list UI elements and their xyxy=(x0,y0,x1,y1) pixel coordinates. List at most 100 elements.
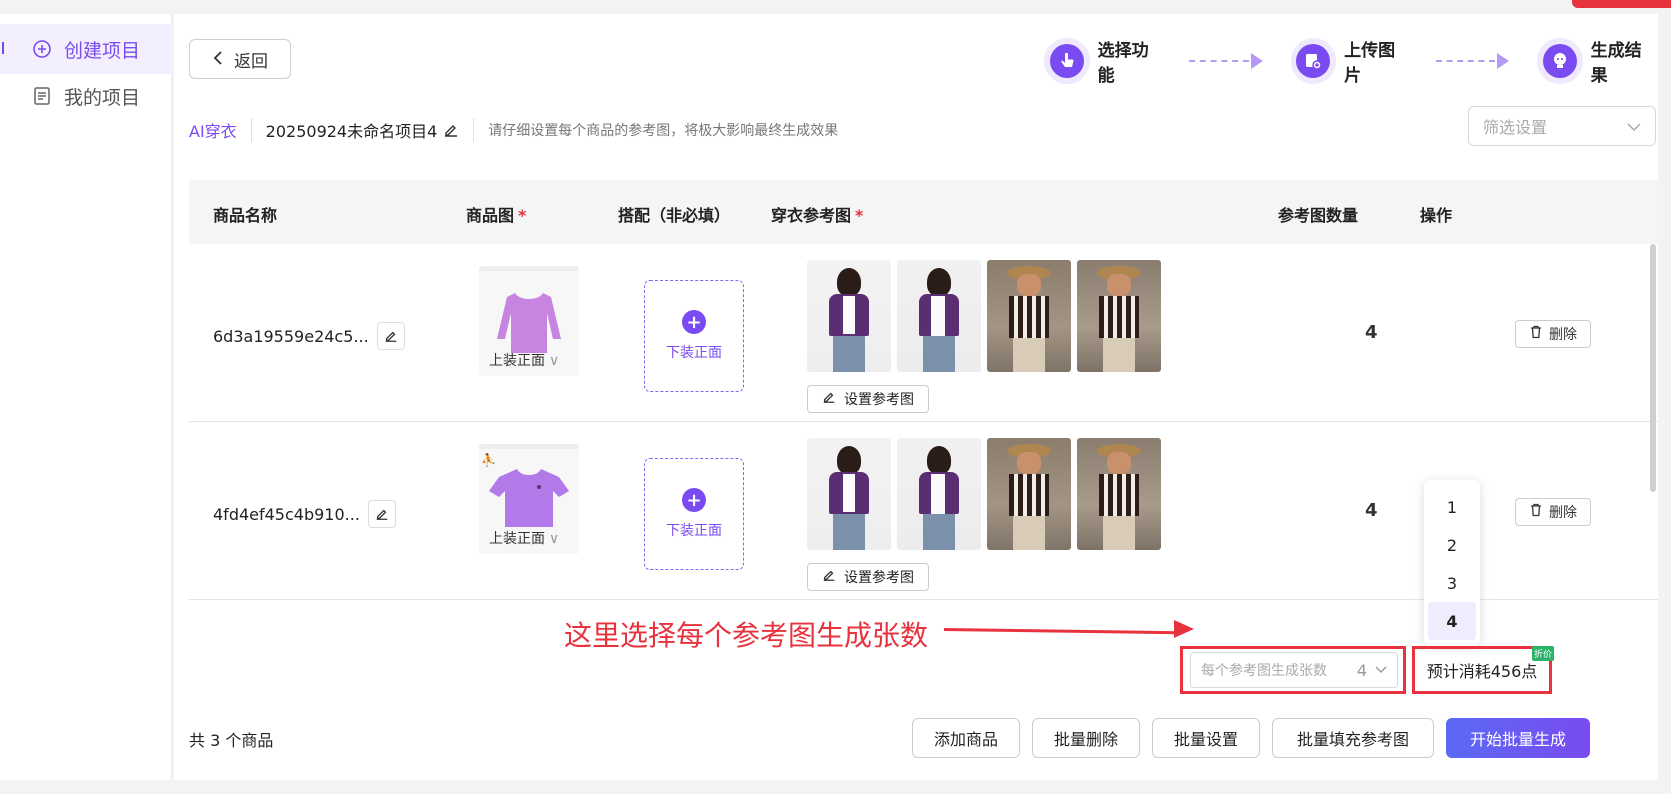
step-arrow xyxy=(1435,60,1495,62)
chevron-down-icon: ∨ xyxy=(549,531,560,547)
brand-logo: ⛹ xyxy=(481,453,496,467)
product-view-select[interactable]: 上装正面 ∨ xyxy=(489,528,559,548)
dropdown-option[interactable]: 1 xyxy=(1428,488,1476,526)
sidebar-item-my-projects[interactable]: 我的项目 xyxy=(0,71,172,121)
step-arrow-head xyxy=(1497,53,1509,69)
step-arrow-head xyxy=(1250,53,1263,69)
edit-pencil-icon xyxy=(822,390,836,408)
edit-pencil-icon xyxy=(822,568,836,586)
step-indicator: 选择功能 上传图片 生成结果 xyxy=(1044,36,1658,86)
edit-name-button[interactable] xyxy=(376,322,405,350)
upload-image-icon xyxy=(1290,38,1337,84)
add-match-slot[interactable]: + 下装正面 xyxy=(644,280,744,392)
set-reference-label: 设置参考图 xyxy=(844,392,914,408)
col-count: 参考图数量 xyxy=(1278,206,1359,225)
reference-image[interactable] xyxy=(897,438,981,550)
bulb-icon xyxy=(1537,38,1583,84)
table-scrollbar[interactable] xyxy=(1650,244,1656,492)
col-image: 商品图 * xyxy=(466,202,526,226)
step-label: 上传图片 xyxy=(1344,41,1396,86)
batch-delete-button[interactable]: 批量删除 xyxy=(1032,718,1140,758)
discount-badge: 折价 xyxy=(1531,646,1554,661)
add-product-button[interactable]: 添加商品 xyxy=(912,718,1020,758)
project-info-bar: AI穿衣 20250924未命名项目4 请仔细设置每个商品的参考图，将极大影响最… xyxy=(189,118,838,142)
touch-icon xyxy=(1044,38,1090,84)
sidebar: 创建项目 我的项目 xyxy=(0,14,172,780)
step-select-function: 选择功能 xyxy=(1044,36,1165,86)
select-value: 4 xyxy=(1356,660,1367,680)
product-view-select[interactable]: 上装正面 ∨ xyxy=(489,350,559,370)
annotation-text: 这里选择每个参考图生成张数 xyxy=(564,619,929,652)
start-batch-generate-button[interactable]: 开始批量生成 xyxy=(1446,718,1590,758)
product-name: 6d3a19559e24c5... xyxy=(213,322,405,350)
trash-icon xyxy=(1529,503,1543,521)
dropdown-option[interactable]: 2 xyxy=(1428,526,1476,564)
chevron-down-icon xyxy=(1375,666,1387,674)
active-marker xyxy=(2,42,4,54)
reference-image[interactable] xyxy=(807,260,891,372)
sidebar-item-label: 我的项目 xyxy=(64,86,141,109)
product-name: 4fd4ef45c4b910... xyxy=(213,500,396,528)
col-image-label: 商品图 xyxy=(466,206,515,225)
cost-label: 预计消耗456点 xyxy=(1426,662,1538,681)
plus-icon: + xyxy=(682,488,706,512)
project-name-text: 20250924未命名项目4 xyxy=(265,122,438,141)
dropdown-option[interactable]: 3 xyxy=(1428,564,1476,602)
chevron-left-icon xyxy=(212,49,224,70)
step-upload-image: 上传图片 xyxy=(1290,36,1412,86)
total-count: 共 3 个商品 xyxy=(189,731,274,750)
batch-fill-reference-button[interactable]: 批量填充参考图 xyxy=(1272,718,1434,758)
longsleeve-shirt-image xyxy=(497,293,561,353)
annotation-arrow-head xyxy=(1174,620,1194,638)
reference-image[interactable] xyxy=(1077,438,1161,550)
filter-select[interactable]: 筛选设置 xyxy=(1468,106,1656,146)
dropdown-option-selected[interactable]: 4 xyxy=(1428,602,1476,640)
per-ref-count-dropdown: 1 2 3 4 xyxy=(1424,480,1480,646)
reference-image[interactable] xyxy=(807,438,891,550)
per-ref-count-select[interactable]: 每个参考图生成张数 4 xyxy=(1190,652,1398,688)
product-image[interactable]: 上装正面 ∨ xyxy=(479,266,579,376)
delete-label: 删除 xyxy=(1549,505,1577,521)
add-match-slot[interactable]: + 下装正面 xyxy=(644,458,744,570)
reference-image[interactable] xyxy=(897,260,981,372)
delete-label: 删除 xyxy=(1549,327,1577,343)
reference-image[interactable] xyxy=(987,438,1071,550)
batch-settings-button[interactable]: 批量设置 xyxy=(1152,718,1260,758)
product-name-text: 6d3a19559e24c5... xyxy=(213,326,369,346)
step-generate-result: 生成结果 xyxy=(1537,36,1658,86)
main-panel: 返回 选择功能 上传图片 生成结果 AI穿衣 20250924未命名项目4 请仔… xyxy=(174,14,1658,780)
delete-button[interactable]: 删除 xyxy=(1515,320,1591,348)
footer-actions: 添加商品 批量删除 批量设置 批量填充参考图 开始批量生成 xyxy=(912,718,1590,758)
product-image[interactable]: ⛹ 上装正面 ∨ xyxy=(479,444,579,554)
reference-image[interactable] xyxy=(1077,260,1161,372)
estimated-cost: 预计消耗456点 折价 xyxy=(1418,646,1554,688)
sidebar-item-label: 创建项目 xyxy=(64,39,141,62)
trash-icon xyxy=(1529,325,1543,343)
sidebar-item-create-project[interactable]: 创建项目 xyxy=(0,24,172,74)
edit-pencil-icon[interactable] xyxy=(443,122,459,138)
table-header: 商品名称 商品图 * 搭配（非必填） 穿衣参考图 * 参考图数量 操作 xyxy=(189,180,1658,244)
corner-promo-tag[interactable] xyxy=(1572,0,1671,8)
required-mark: * xyxy=(855,206,864,225)
set-reference-button[interactable]: 设置参考图 xyxy=(807,385,929,413)
project-name[interactable]: 20250924未命名项目4 xyxy=(252,118,475,142)
step-label: 选择功能 xyxy=(1097,41,1149,86)
step-label: 生成结果 xyxy=(1590,41,1642,86)
col-match: 搭配（非必填） xyxy=(618,206,731,225)
set-reference-button[interactable]: 设置参考图 xyxy=(807,563,929,591)
col-ref: 穿衣参考图 * xyxy=(771,202,863,226)
select-placeholder: 每个参考图生成张数 xyxy=(1201,663,1327,679)
chevron-down-icon: ∨ xyxy=(549,353,560,369)
back-label: 返回 xyxy=(234,51,268,72)
table-row: 6d3a19559e24c5... 上装正面 ∨ + 下装正面 设置参考图 4 … xyxy=(189,244,1658,422)
reference-image[interactable] xyxy=(987,260,1071,372)
step-arrow xyxy=(1189,60,1249,62)
edit-name-button[interactable] xyxy=(367,500,396,528)
document-icon xyxy=(32,86,52,106)
select-value-wrap: 4 xyxy=(1357,661,1387,680)
product-name-text: 4fd4ef45c4b910... xyxy=(213,504,360,524)
delete-button[interactable]: 删除 xyxy=(1515,498,1591,526)
required-mark: * xyxy=(518,206,527,225)
back-button[interactable]: 返回 xyxy=(189,39,291,79)
project-type-tag[interactable]: AI穿衣 xyxy=(189,118,252,142)
